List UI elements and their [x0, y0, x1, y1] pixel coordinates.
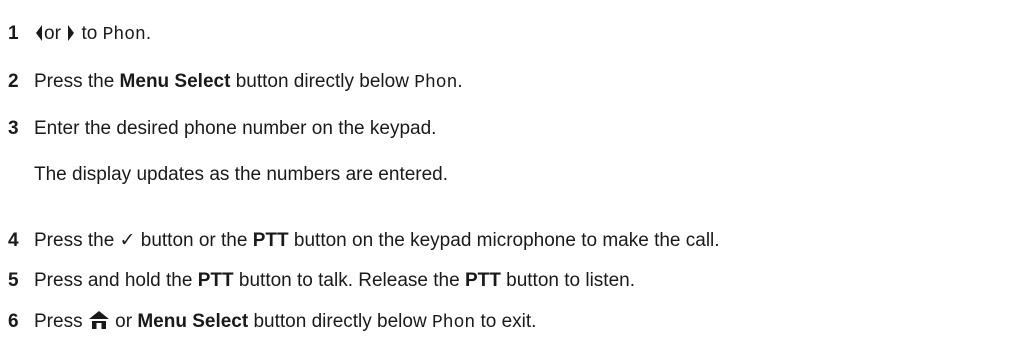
home-icon: [88, 310, 110, 337]
ptt-button-label: PTT: [197, 270, 234, 291]
right-arrow-icon: [66, 24, 76, 49]
step-text: button to talk. Release the: [238, 270, 460, 291]
menu-select-button-label: Menu Select: [119, 71, 231, 92]
step-number: 3: [8, 118, 19, 139]
step-text: button directly below: [253, 311, 427, 332]
step-text: Press the: [34, 230, 115, 251]
step-3: 3 Enter the desired phone number on the k…: [8, 117, 436, 141]
step-text: button on the keypad microphone to make …: [293, 230, 720, 251]
step-text: button directly below: [235, 71, 409, 92]
period: .: [457, 71, 463, 92]
step-text: Press and hold the: [34, 270, 193, 291]
step-text: button or the: [140, 230, 248, 251]
step-text: or: [115, 311, 133, 332]
or-text: or: [44, 23, 61, 44]
step-6: 6 Press or Menu Select button directly be…: [8, 310, 536, 337]
display-item-phon: Phon: [431, 313, 476, 333]
step-2: 2 Press the Menu Select button directly b…: [8, 70, 463, 95]
step-4: 4 Press the ✓ button or the PTT button on…: [8, 228, 720, 253]
step-3-note: The display updates as the numbers are e…: [34, 164, 449, 185]
ptt-button-label: PTT: [252, 230, 289, 251]
period: .: [145, 23, 152, 44]
step-text: Press the: [34, 71, 115, 92]
step-number: 1: [8, 23, 19, 44]
step-text: to exit.: [480, 311, 537, 332]
step-1: 1 or to Phon.: [8, 22, 151, 49]
step-text: button to listen.: [506, 270, 635, 291]
step-number: 2: [8, 71, 19, 92]
step-text: Press: [34, 311, 83, 332]
step-number: 4: [8, 230, 19, 251]
step-text: Enter the desired phone number on the ke…: [34, 118, 437, 139]
check-icon: ✓: [119, 229, 136, 251]
left-arrow-icon: [34, 24, 44, 49]
display-item-phon: Phon: [102, 25, 146, 45]
step-number: 6: [8, 311, 19, 332]
menu-select-button-label: Menu Select: [137, 311, 249, 332]
to-text: to: [81, 23, 98, 44]
ptt-button-label: PTT: [464, 270, 501, 291]
display-item-phon: Phon: [414, 73, 458, 93]
step-number: 5: [8, 270, 19, 291]
step-5: 5 Press and hold the PTT button to talk. …: [8, 269, 635, 293]
